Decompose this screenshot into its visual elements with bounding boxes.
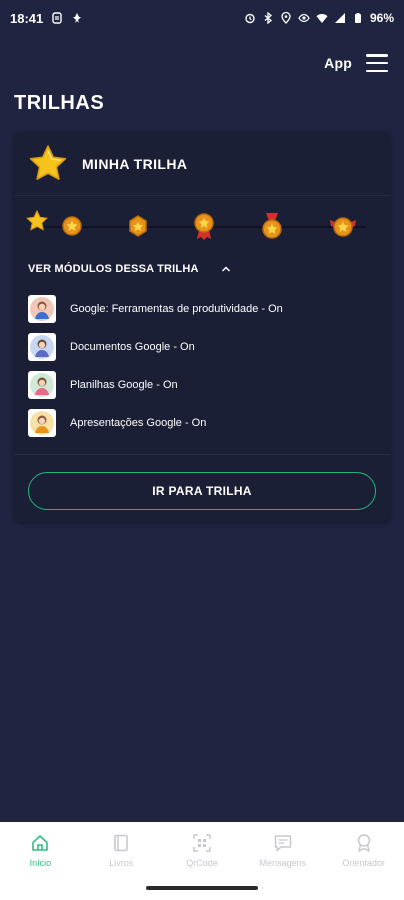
app-header: App bbox=[0, 48, 404, 78]
notification-icon bbox=[52, 12, 62, 24]
woman-avatar-icon bbox=[28, 409, 56, 437]
star-icon bbox=[26, 210, 48, 231]
nav-label: Mensagens bbox=[259, 857, 307, 868]
woman-avatar-icon bbox=[28, 371, 56, 399]
app-logo: App bbox=[324, 55, 352, 71]
message-icon bbox=[274, 834, 292, 851]
list-item[interactable]: Apresentações Google - On bbox=[28, 404, 376, 442]
nav-item-inicio[interactable]: Início bbox=[0, 822, 81, 878]
list-item[interactable]: Documentos Google - On bbox=[28, 328, 376, 366]
system-nav-bar bbox=[0, 878, 404, 900]
list-item[interactable]: Google: Ferramentas de produtividade - O… bbox=[28, 290, 376, 328]
divider bbox=[14, 454, 390, 455]
hamburger-icon bbox=[366, 61, 388, 65]
module-list: Google: Ferramentas de produtividade - O… bbox=[14, 284, 390, 442]
module-label: Planilhas Google - On bbox=[70, 379, 178, 391]
menu-button[interactable] bbox=[366, 54, 388, 72]
module-label: Google: Ferramentas de produtividade - O… bbox=[70, 303, 283, 315]
signal-icon bbox=[334, 13, 345, 23]
medal-icon bbox=[330, 217, 356, 237]
modules-toggle[interactable]: VER MÓDULOS DESSA TRILHA bbox=[14, 254, 390, 284]
bottom-nav: Início Livros QrCode Mensagens Orientado… bbox=[0, 822, 404, 878]
status-time: 18:41 bbox=[10, 10, 44, 26]
wifi-icon bbox=[316, 14, 328, 23]
qrcode-icon bbox=[193, 833, 211, 852]
nav-item-qrcode[interactable]: QrCode bbox=[162, 822, 243, 878]
trilha-card: MINHA TRILHA VER MÓDULOS DESSA TRILHA Go… bbox=[14, 132, 390, 522]
bluetooth-icon bbox=[264, 12, 272, 24]
nav-item-mensagens[interactable]: Mensagens bbox=[242, 822, 323, 878]
alarm-icon bbox=[245, 13, 255, 24]
module-label: Apresentações Google - On bbox=[70, 417, 207, 429]
battery-icon bbox=[354, 13, 361, 23]
star-icon bbox=[29, 144, 67, 180]
nav-item-orientador[interactable]: Orientador bbox=[323, 822, 404, 878]
card-header: MINHA TRILHA bbox=[14, 132, 390, 196]
woman-avatar-icon bbox=[28, 333, 56, 361]
chevron-up-icon bbox=[221, 266, 230, 272]
modules-toggle-label: VER MÓDULOS DESSA TRILHA bbox=[28, 263, 199, 275]
progress-track bbox=[14, 196, 390, 254]
nav-item-livros[interactable]: Livros bbox=[81, 822, 162, 878]
gesture-handle[interactable] bbox=[146, 886, 258, 890]
award-icon bbox=[357, 833, 370, 852]
nav-label: QrCode bbox=[186, 857, 218, 868]
module-label: Documentos Google - On bbox=[70, 341, 195, 353]
page-title: TRILHAS bbox=[14, 92, 105, 114]
nav-label: Livros bbox=[109, 857, 134, 868]
go-to-trilha-button[interactable]: IR PARA TRILHA bbox=[28, 472, 376, 510]
book-icon bbox=[114, 834, 128, 851]
list-item[interactable]: Planilhas Google - On bbox=[28, 366, 376, 404]
battery-level: 96% bbox=[369, 11, 394, 25]
medal-icon bbox=[129, 215, 147, 237]
medal-icon bbox=[62, 216, 82, 236]
medal-icon bbox=[194, 213, 214, 240]
medal-icon bbox=[262, 213, 282, 239]
status-bar: 18:41 96% bbox=[0, 0, 404, 36]
hamburger-icon bbox=[366, 69, 388, 72]
nav-label: Orientador bbox=[342, 857, 385, 868]
eye-icon bbox=[298, 13, 310, 23]
notification-icon bbox=[73, 13, 82, 23]
location-icon bbox=[281, 12, 291, 24]
woman-avatar-icon bbox=[28, 295, 56, 323]
card-title: MINHA TRILHA bbox=[82, 155, 188, 172]
home-icon bbox=[32, 834, 49, 851]
nav-label: Início bbox=[29, 857, 52, 868]
hamburger-icon bbox=[366, 54, 388, 57]
